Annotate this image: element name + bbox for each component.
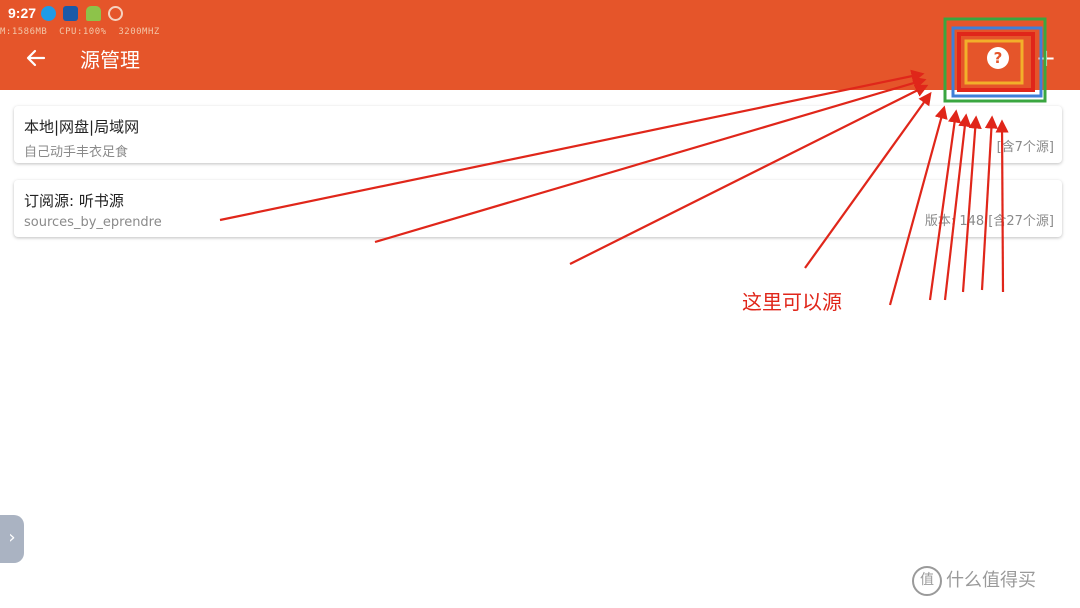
watermark: 值什么值得买 [912, 566, 1036, 596]
highlight-box-yellow [964, 39, 1024, 85]
annotation-text: 这里可以源 [742, 290, 842, 314]
watermark-text: 什么值得买 [946, 570, 1036, 591]
watermark-logo-icon: 值 [912, 566, 942, 596]
annotation-arrows [219, 69, 1009, 306]
annotation-overlay [219, 17, 1047, 306]
